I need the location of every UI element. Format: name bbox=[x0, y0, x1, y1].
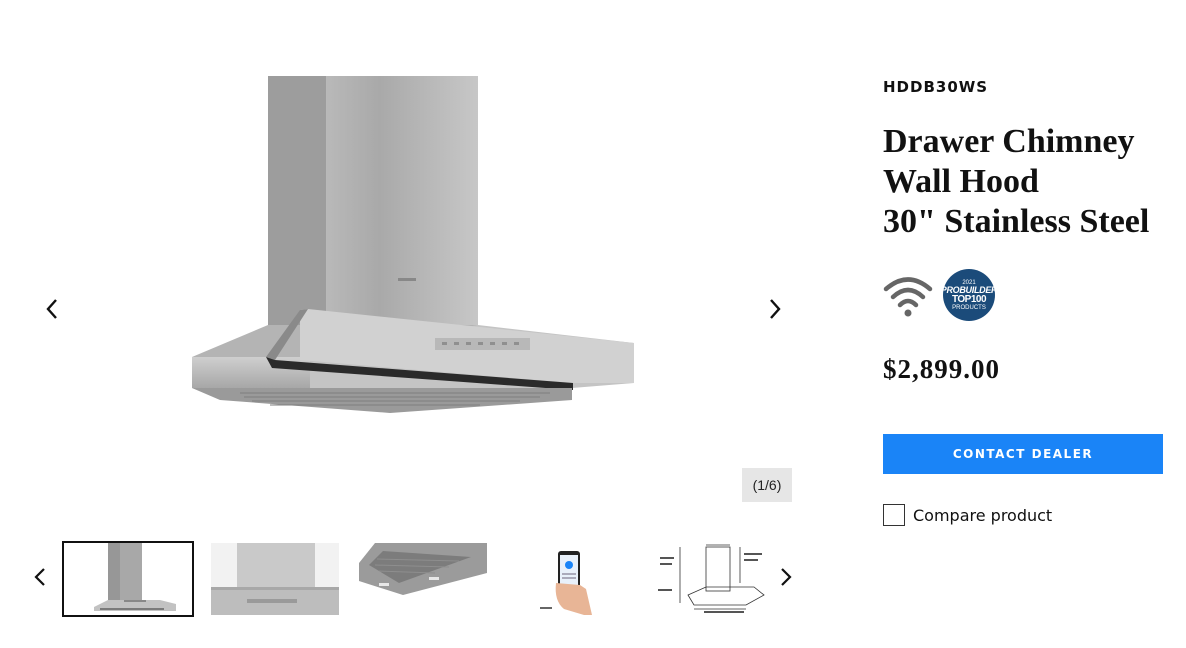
probuilder-award-badge: 2021 PROBUILDER TOP100 PRODUCTS bbox=[941, 269, 998, 321]
contact-dealer-button[interactable]: CONTACT DEALER bbox=[883, 434, 1163, 474]
wifi-icon bbox=[883, 277, 933, 317]
thumbnail-underside[interactable] bbox=[359, 543, 487, 615]
next-image-button[interactable] bbox=[757, 291, 793, 327]
thumbnail-strip bbox=[0, 540, 820, 620]
thumbnail-dimension-drawing[interactable] bbox=[654, 543, 782, 615]
feature-badges: 2021 PROBUILDER TOP100 PRODUCTS bbox=[883, 268, 998, 322]
product-title-line: Wall Hood bbox=[883, 163, 1039, 200]
compare-product-checkbox[interactable]: Compare product bbox=[883, 504, 1052, 526]
chevron-left-icon bbox=[46, 299, 57, 319]
product-title-line: 30" Stainless Steel bbox=[883, 203, 1150, 240]
thumbnail-smartphone-app[interactable] bbox=[506, 543, 634, 615]
award-line2: TOP100 bbox=[951, 293, 987, 305]
thumbnail-control-panel[interactable] bbox=[211, 543, 339, 615]
product-title-line: Drawer Chimney bbox=[883, 123, 1135, 160]
next-thumbnail-button[interactable] bbox=[768, 559, 804, 595]
product-details: HDDB30WS Drawer Chimney Wall Hood 30" St… bbox=[883, 0, 1183, 648]
thumbnail-hood-front[interactable] bbox=[62, 541, 194, 617]
award-line3: PRODUCTS bbox=[952, 304, 986, 311]
previous-thumbnail-button[interactable] bbox=[22, 559, 58, 595]
product-title: Drawer Chimney Wall Hood 30" Stainless S… bbox=[883, 122, 1183, 242]
checkbox-icon[interactable] bbox=[883, 504, 905, 526]
previous-image-button[interactable] bbox=[34, 291, 70, 327]
chevron-left-icon bbox=[34, 568, 45, 586]
chevron-right-icon bbox=[770, 299, 781, 319]
product-price: $2,899.00 bbox=[883, 354, 1000, 384]
compare-product-label: Compare product bbox=[913, 505, 1053, 525]
image-counter: (1/6) bbox=[742, 468, 792, 502]
range-hood-main-image[interactable] bbox=[180, 70, 650, 420]
chevron-right-icon bbox=[781, 568, 792, 586]
product-sku: HDDB30WS bbox=[883, 78, 989, 96]
product-gallery: (1/6) bbox=[0, 0, 820, 530]
